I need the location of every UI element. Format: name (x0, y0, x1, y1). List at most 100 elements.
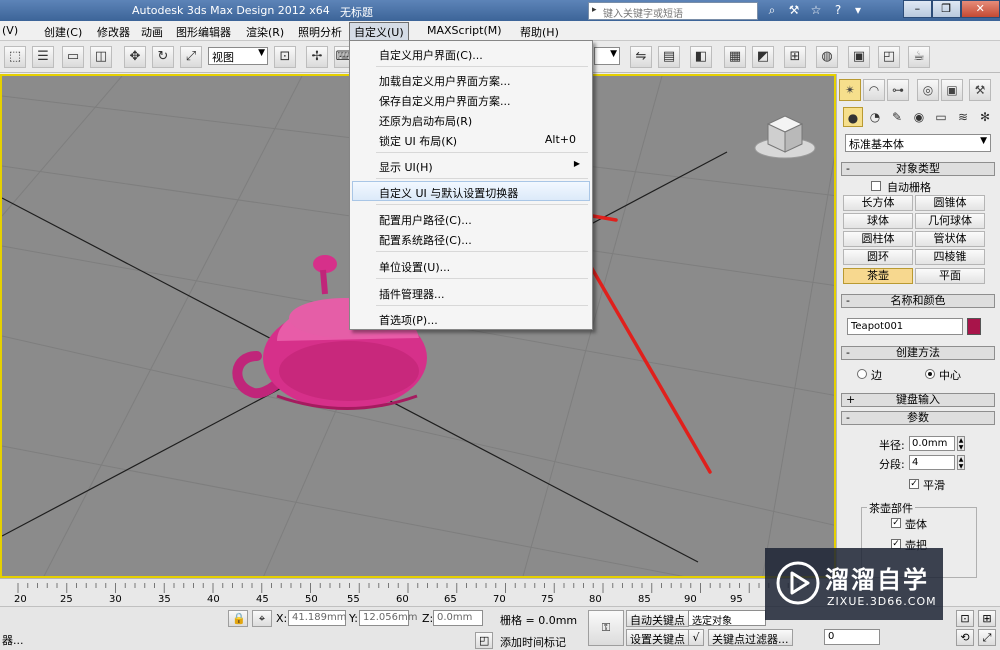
maximize-viewport-icon[interactable]: ⤢ (978, 629, 996, 646)
pivot-center-icon[interactable]: ⊡ (274, 46, 296, 68)
rendered-frame-icon[interactable]: ◰ (878, 46, 900, 68)
dropdown-icon[interactable]: ▾ (850, 3, 866, 18)
menu-modifiers[interactable]: 修改器 (97, 24, 130, 40)
render-teapot-icon[interactable]: ☕ (908, 46, 930, 68)
teapot-button[interactable]: 茶壶 (843, 268, 913, 284)
center-radio[interactable] (925, 369, 935, 379)
menu-lighting-analysis[interactable]: 照明分析 (298, 24, 342, 40)
zoom-extents-icon[interactable]: ⊡ (956, 610, 974, 627)
motion-tab-icon[interactable]: ◎ (917, 79, 939, 101)
menu-maxscript[interactable]: MAXScript(M) (427, 24, 502, 37)
key-selection-select[interactable]: 选定对象 (688, 610, 766, 627)
key-curve-icon[interactable]: √ (688, 629, 704, 646)
y-coordinate-field[interactable]: 12.056mm (359, 610, 417, 626)
search-input[interactable]: ▸ 键入关键字或短语 (588, 2, 758, 20)
schematic-view-icon[interactable]: ⊞ (784, 46, 806, 68)
window-crossing-icon[interactable]: ◫ (90, 46, 112, 68)
plane-button[interactable]: 平面 (915, 268, 985, 284)
geosphere-button[interactable]: 几何球体 (915, 213, 985, 229)
category-select[interactable]: 标准基本体 ▼ (845, 134, 991, 152)
utilities-tab-icon[interactable]: ⚒ (969, 79, 991, 101)
time-tag-icon[interactable]: ◰ (475, 632, 493, 649)
menu-item-configure-user-paths[interactable]: 配置用户路径(C)... (352, 208, 590, 228)
menu-view[interactable]: (V) (2, 24, 18, 37)
layer-manager-icon[interactable]: ◧ (690, 46, 712, 68)
menu-graph-editors[interactable]: 图形编辑器 (176, 24, 231, 40)
manipulate-icon[interactable]: ✢ (306, 46, 328, 68)
menu-item-customize-ui[interactable]: 自定义用户界面(C)... (352, 43, 590, 63)
auto-key-button[interactable]: 自动关键点 (626, 610, 689, 627)
select-by-name-icon[interactable]: ☰ (32, 46, 54, 68)
add-time-tag-label[interactable]: 添加时间标记 (500, 634, 566, 650)
align-icon[interactable]: ▤ (658, 46, 680, 68)
mirror-icon[interactable]: ⇋ (630, 46, 652, 68)
radius-spinner-icon[interactable]: ▲ ▼ (957, 436, 965, 451)
material-editor-icon[interactable]: ◍ (816, 46, 838, 68)
menu-item-show-ui[interactable]: 显示 UI(H) ▶ (352, 155, 590, 175)
rollout-parameters[interactable]: - 参数 (841, 411, 995, 425)
helpers-icon[interactable]: ▭ (931, 107, 951, 127)
viewcube-icon[interactable] (750, 104, 820, 164)
named-selection-select[interactable]: ▼ (594, 47, 620, 65)
selection-lock-icon[interactable]: 🔒 (228, 610, 248, 627)
segments-field[interactable]: 4 (909, 455, 955, 470)
hierarchy-tab-icon[interactable]: ⊶ (887, 79, 909, 101)
select-object-icon[interactable]: ⬚ (4, 46, 26, 68)
rect-selection-icon[interactable]: ▭ (62, 46, 84, 68)
box-button[interactable]: 长方体 (843, 195, 913, 211)
menu-create[interactable]: 创建(C) (44, 24, 82, 40)
segments-spinner-icon[interactable]: ▲ ▼ (957, 455, 965, 470)
menu-item-plugin-manager[interactable]: 插件管理器... (352, 282, 590, 302)
track-bar[interactable]: 20 25 30 35 40 45 50 55 60 65 70 75 80 8… (0, 578, 836, 606)
systems-icon[interactable]: ✻ (975, 107, 995, 127)
move-icon[interactable]: ✥ (124, 46, 146, 68)
tools-icon[interactable]: ⚒ (786, 3, 802, 18)
tube-button[interactable]: 管状体 (915, 231, 985, 247)
key-mode-icon[interactable]: ⚿ (588, 610, 624, 646)
reference-coordinate-select[interactable]: 视图 ▼ (208, 47, 268, 65)
menu-item-save-ui-scheme[interactable]: 保存自定义用户界面方案... (352, 89, 590, 109)
shapes-icon[interactable]: ◔ (865, 107, 885, 127)
key-filters-button[interactable]: 关键点过滤器... (708, 629, 793, 646)
close-icon[interactable]: ✕ (960, 0, 1000, 18)
menu-animation[interactable]: 动画 (141, 24, 163, 40)
zoom-all-icon[interactable]: ⊞ (978, 610, 996, 627)
rollout-creation-method[interactable]: - 创建方法 (841, 346, 995, 360)
minimize-icon[interactable]: – (903, 0, 932, 18)
orbit-icon[interactable]: ⟲ (956, 629, 974, 646)
z-coordinate-field[interactable]: 0.0mm (433, 610, 483, 626)
menu-item-revert-layout[interactable]: 还原为启动布局(R) (352, 109, 590, 129)
edge-radio[interactable] (857, 369, 867, 379)
menu-item-lock-ui-layout[interactable]: 锁定 UI 布局(K) Alt+0 (352, 129, 590, 149)
absolute-mode-icon[interactable]: ⌖ (252, 610, 272, 627)
rotate-icon[interactable]: ↻ (152, 46, 174, 68)
smooth-checkbox[interactable]: ✓ (909, 479, 919, 489)
graphite-tools-icon[interactable]: ▦ (724, 46, 746, 68)
body-checkbox[interactable]: ✓ (891, 518, 901, 528)
pyramid-button[interactable]: 四棱锥 (915, 249, 985, 265)
object-color-swatch[interactable] (967, 318, 981, 335)
menu-item-load-ui-scheme[interactable]: 加载自定义用户界面方案... (352, 69, 590, 89)
set-key-button[interactable]: 设置关键点 (626, 629, 689, 646)
binoculars-icon[interactable]: ⌕ (764, 3, 780, 18)
geometry-icon[interactable]: ● (843, 107, 863, 127)
spacewarps-icon[interactable]: ≋ (953, 107, 973, 127)
lights-icon[interactable]: ✎ (887, 107, 907, 127)
rollout-name-color[interactable]: - 名称和颜色 (841, 294, 995, 308)
cylinder-button[interactable]: 圆柱体 (843, 231, 913, 247)
curve-editor-icon[interactable]: ◩ (752, 46, 774, 68)
modify-tab-icon[interactable]: ◠ (863, 79, 885, 101)
rollout-keyboard-entry[interactable]: + 键盘输入 (841, 393, 995, 407)
radius-field[interactable]: 0.0mm (909, 436, 955, 451)
autogrid-checkbox[interactable] (871, 181, 881, 191)
menu-item-preferences[interactable]: 首选项(P)... (352, 308, 590, 328)
display-tab-icon[interactable]: ▣ (941, 79, 963, 101)
sphere-button[interactable]: 球体 (843, 213, 913, 229)
torus-button[interactable]: 圆环 (843, 249, 913, 265)
menu-help[interactable]: 帮助(H) (520, 24, 559, 40)
scale-icon[interactable]: ⤢ (180, 46, 202, 68)
cameras-icon[interactable]: ◉ (909, 107, 929, 127)
restore-icon[interactable]: ❐ (931, 0, 961, 18)
object-name-field[interactable]: Teapot001 (847, 318, 963, 335)
x-coordinate-field[interactable]: 41.189mm (288, 610, 346, 626)
